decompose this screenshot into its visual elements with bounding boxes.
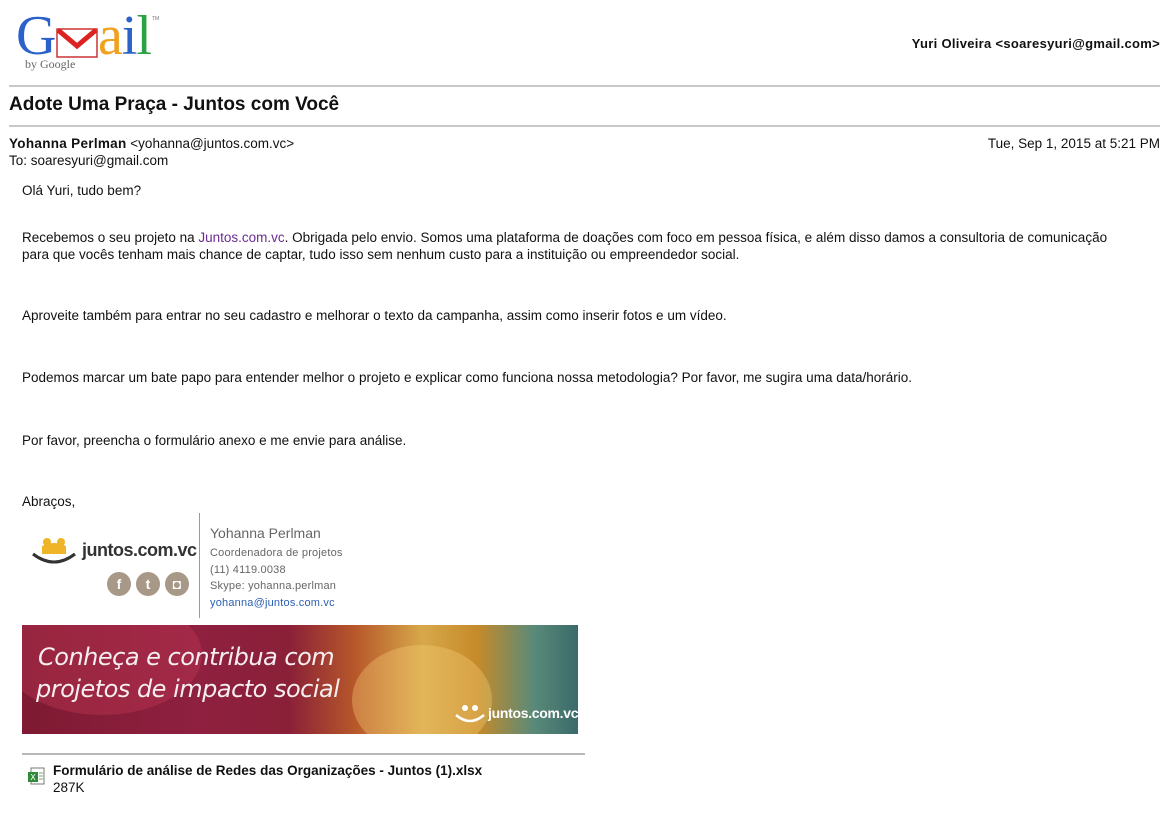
attachment-size: 287K: [53, 780, 85, 795]
header-divider: [9, 85, 1160, 87]
signature-logo-text: juntos.com.vc: [82, 540, 197, 560]
subject-divider: [9, 125, 1160, 127]
paragraph-4: Por favor, preencha o formulário anexo e…: [22, 433, 407, 448]
signature-skype: Skype: yohanna.perlman: [210, 580, 337, 592]
sender: Yohanna Perlman <yohanna@juntos.com.vc>: [9, 136, 294, 151]
closing: Abraços,: [22, 494, 76, 509]
paragraph-3: Podemos marcar um bate papo para entende…: [22, 370, 912, 385]
instagram-icon[interactable]: ◘: [165, 572, 189, 596]
juntos-logo-icon: [32, 538, 76, 564]
banner-logo-text: juntos.com.vc: [488, 705, 578, 721]
juntos-link[interactable]: Juntos.com.vc: [198, 230, 284, 245]
signature-role: Coordenadora de projetos: [210, 547, 343, 559]
banner-line-1: Conheça e contribua com: [38, 643, 335, 671]
attachment-divider: [22, 753, 585, 755]
account-label: Yuri Oliveira <soaresyuri@gmail.com>: [911, 36, 1160, 51]
attachment-filename[interactable]: Formulário de análise de Redes das Organ…: [53, 763, 482, 778]
facebook-icon[interactable]: f: [107, 572, 131, 596]
paragraph-1: Recebemos o seu projeto na Juntos.com.vc…: [22, 230, 1108, 262]
signature-phone: (11) 4119.0038: [210, 563, 286, 576]
signature-email-link[interactable]: yohanna@juntos.com.vc: [210, 595, 343, 612]
banner-line-2: projetos de impacto social: [36, 675, 340, 703]
gmail-logo: G ail by Google TM: [16, 5, 160, 71]
paragraph-2: Aproveite também para entrar no seu cada…: [22, 308, 727, 323]
sender-name: Yohanna Perlman: [9, 136, 127, 151]
twitter-icon[interactable]: t: [136, 572, 160, 596]
banner-logo-icon: [455, 705, 485, 723]
email-subject: Adote Uma Praça - Juntos com Você: [9, 94, 340, 115]
message-date: Tue, Sep 1, 2015 at 5:21 PM: [987, 136, 1160, 151]
recipient: To: soaresyuri@gmail.com: [9, 153, 169, 168]
signature-name: Yohanna Perlman: [210, 525, 321, 541]
svg-text:X: X: [30, 773, 36, 782]
promo-banner[interactable]: Conheça e contribua com projetos de impa…: [22, 625, 578, 734]
envelope-icon: [56, 28, 98, 58]
sender-email: <yohanna@juntos.com.vc>: [130, 136, 295, 151]
greeting: Olá Yuri, tudo bem?: [22, 183, 142, 198]
by-google-label: by Google: [25, 57, 76, 71]
signature-logo-block: juntos.com.vc f t ◘: [24, 534, 197, 604]
signature-details: Yohanna Perlman Coordenadora de projetos…: [210, 525, 343, 611]
signature-divider: [199, 513, 200, 618]
excel-file-icon[interactable]: X: [27, 766, 47, 786]
